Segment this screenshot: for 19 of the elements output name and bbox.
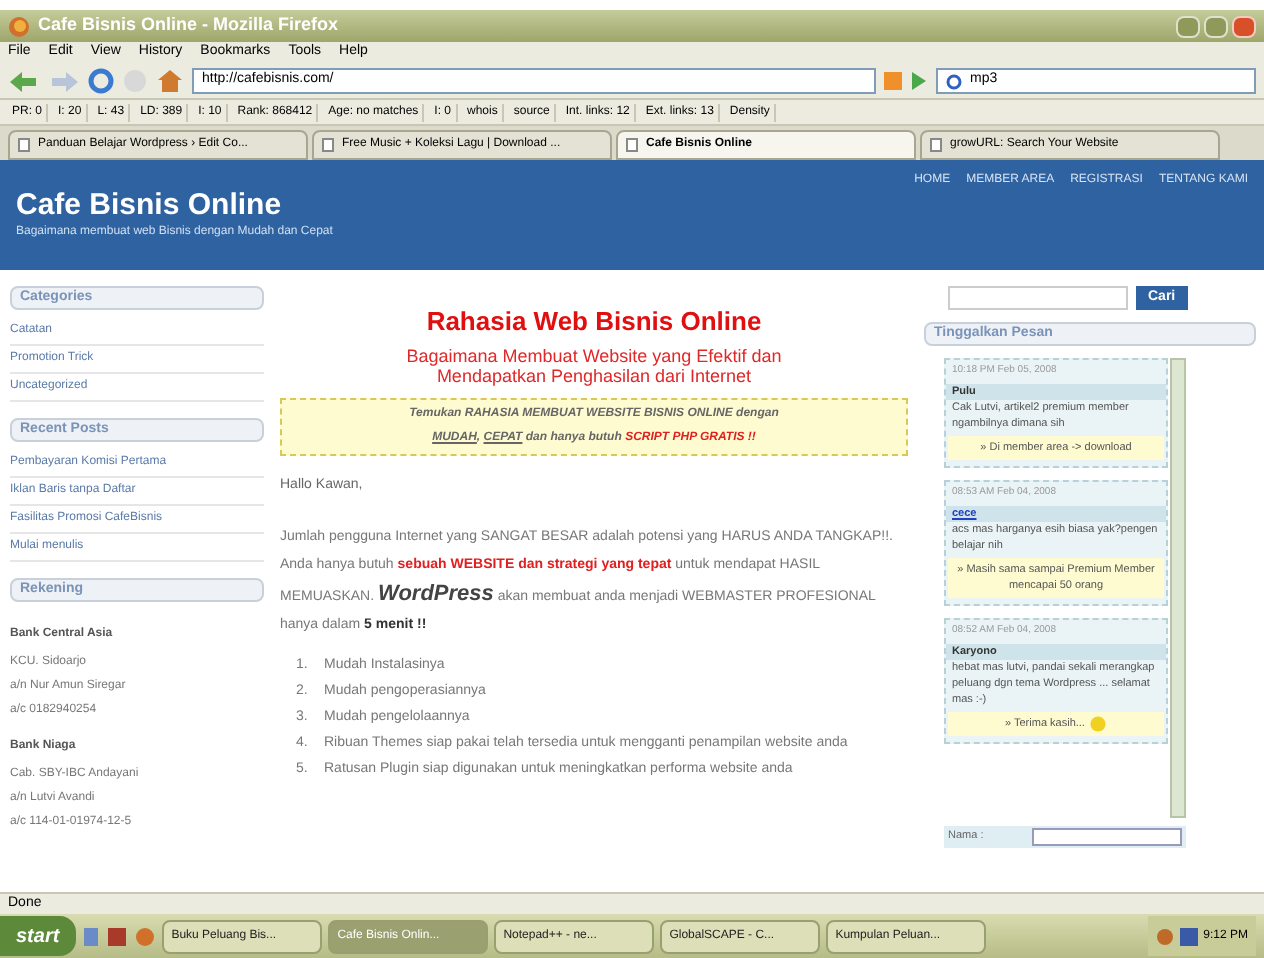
close-button[interactable] [1232, 15, 1256, 37]
home-icon[interactable] [156, 68, 184, 94]
name-field[interactable] [1032, 828, 1182, 846]
subheadline: Bagaimana Membuat Website yang Efektif dan Mendapatkan Penghasilan dari Internet [404, 345, 784, 385]
site-title: Cafe Bisnis Online [16, 188, 284, 224]
browser-icon [8, 15, 30, 37]
go-icon[interactable] [910, 72, 928, 90]
quick-launch-icon[interactable] [81, 925, 100, 947]
quick-launch-icon[interactable] [105, 925, 128, 947]
start-button[interactable]: start [0, 916, 76, 956]
forward-icon[interactable] [48, 69, 80, 93]
search-field[interactable] [948, 286, 1128, 310]
minimize-button[interactable] [1176, 15, 1200, 37]
headline: Rahasia Web Bisnis Online [424, 304, 764, 340]
maximize-button[interactable] [1204, 15, 1228, 37]
scrollbar[interactable] [1170, 358, 1186, 818]
quick-launch-icon[interactable] [133, 925, 156, 947]
window-title: Cafe Bisnis Online - Mozilla Firefox [38, 12, 341, 39]
back-icon[interactable] [8, 69, 40, 93]
